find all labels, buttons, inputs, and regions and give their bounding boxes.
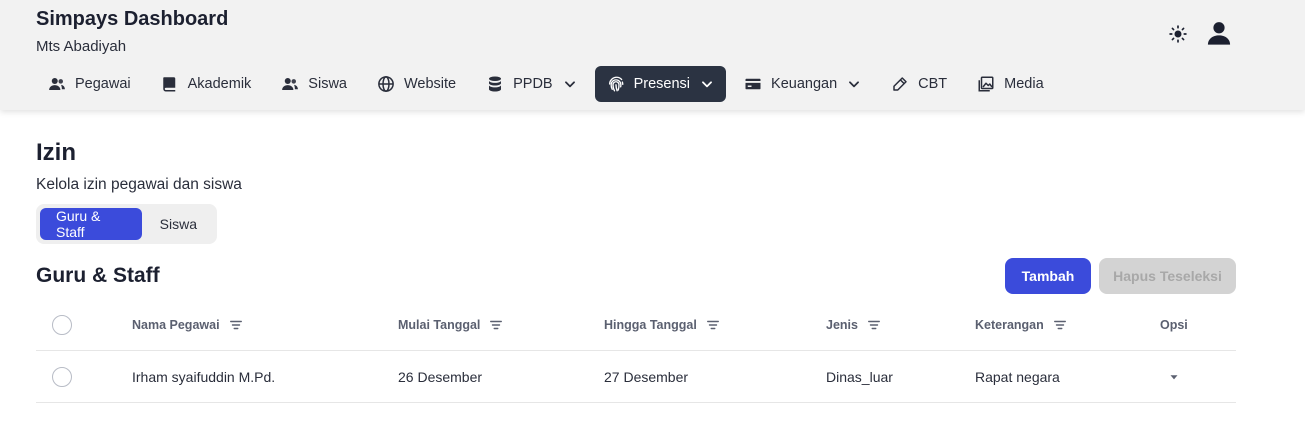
nav-item-cbt[interactable]: CBT: [879, 66, 959, 102]
nav-item-ppdb[interactable]: PPDB: [474, 66, 589, 102]
book-icon: [162, 77, 175, 92]
page-description: Kelola izin pegawai dan siswa: [36, 176, 242, 193]
chevron-down-icon: [702, 81, 712, 88]
fingerprint-icon: [608, 76, 624, 92]
tab-guru-staff[interactable]: Guru & Staff: [40, 208, 142, 240]
cell-nama-pegawai: Irham syaifuddin M.Pd.: [132, 368, 276, 385]
nav-item-label: Website: [403, 76, 457, 92]
column-header-mulai-tanggal[interactable]: Mulai Tanggal: [398, 300, 503, 350]
column-header-jenis[interactable]: Jenis: [826, 300, 881, 350]
sort-icon: [1053, 320, 1066, 330]
nav-item-label: Presensi: [633, 76, 691, 92]
user-icon: [1207, 22, 1231, 45]
delete-selected-button: Hapus Teseleksi: [1099, 258, 1236, 294]
sort-icon: [490, 320, 503, 330]
sort-icon: [229, 320, 242, 330]
category-tabs: Guru & Staff Siswa: [36, 204, 217, 244]
nav-item-label: Pegawai: [75, 76, 131, 92]
credit-card-icon: [745, 78, 761, 90]
nav-item-label: Keuangan: [771, 76, 838, 92]
select-all-checkbox[interactable]: [52, 315, 72, 335]
cell-mulai-tanggal: 26 Desember: [398, 368, 483, 385]
cell-keterangan: Rapat negara: [975, 368, 1060, 385]
column-header-label: Nama Pegawai: [132, 318, 220, 332]
pencil-icon: [893, 77, 907, 91]
table-row: Irham syaifuddin M.Pd. 26 Desember 27 De…: [36, 351, 1236, 403]
page-title: Izin: [36, 139, 76, 166]
nav-item-media[interactable]: Media: [965, 66, 1056, 102]
column-header-nama-pegawai[interactable]: Nama Pegawai: [132, 300, 243, 350]
users-icon: [49, 78, 65, 90]
nav-item-website[interactable]: Website: [365, 66, 468, 102]
nav-item-siswa[interactable]: Siswa: [269, 66, 359, 102]
izin-table: Nama Pegawai Mulai Tanggal Hingga Tangga…: [36, 300, 1236, 403]
nav-item-label: Akademik: [187, 76, 252, 92]
add-button[interactable]: Tambah: [1005, 258, 1091, 294]
nav-item-label: Media: [1004, 76, 1044, 92]
theme-toggle-button[interactable]: [1166, 22, 1190, 46]
section-title: Guru & Staff: [36, 264, 160, 287]
cell-hingga-tanggal: 27 Desember: [604, 368, 689, 385]
nav-item-akademik[interactable]: Akademik: [149, 66, 264, 102]
column-header-label: Opsi: [1160, 318, 1188, 332]
users-icon: [282, 78, 299, 90]
column-header-keterangan[interactable]: Keterangan: [975, 300, 1067, 350]
row-options-dropdown-icon[interactable]: [1167, 370, 1181, 384]
column-header-hingga-tanggal[interactable]: Hingga Tanggal: [604, 300, 720, 350]
table-header-row: Nama Pegawai Mulai Tanggal Hingga Tangga…: [36, 300, 1236, 351]
database-icon: [489, 76, 502, 92]
top-header: Simpays Dashboard Mts Abadiyah Pegawai A…: [0, 0, 1305, 110]
nav-item-label: PPDB: [513, 76, 553, 92]
nav-item-pegawai[interactable]: Pegawai: [36, 66, 143, 102]
column-header-label: Mulai Tanggal: [398, 318, 481, 332]
app-title: Simpays Dashboard: [36, 8, 229, 30]
column-header-opsi: Opsi: [1160, 300, 1188, 350]
sort-icon: [868, 320, 880, 330]
nav-item-keuangan[interactable]: Keuangan: [732, 66, 873, 102]
app-subtitle: Mts Abadiyah: [36, 38, 127, 55]
column-header-label: Keterangan: [975, 318, 1044, 332]
sort-icon: [706, 320, 719, 330]
images-icon: [978, 76, 994, 92]
tab-siswa[interactable]: Siswa: [144, 208, 213, 240]
cell-jenis: Dinas_luar: [826, 368, 893, 385]
nav-item-label: CBT: [918, 76, 948, 92]
chevron-down-icon: [849, 81, 860, 88]
user-menu-button[interactable]: [1204, 18, 1234, 48]
column-header-label: Hingga Tanggal: [604, 318, 697, 332]
nav-item-presensi[interactable]: Presensi: [594, 66, 727, 102]
main-nav: Pegawai Akademik Siswa Website PPDB Pres…: [36, 66, 1056, 102]
sun-icon: [1169, 25, 1187, 43]
nav-item-label: Siswa: [308, 76, 347, 92]
row-checkbox[interactable]: [52, 366, 72, 387]
chevron-down-icon: [564, 81, 575, 88]
globe-icon: [378, 76, 394, 92]
column-header-label: Jenis: [826, 318, 858, 332]
